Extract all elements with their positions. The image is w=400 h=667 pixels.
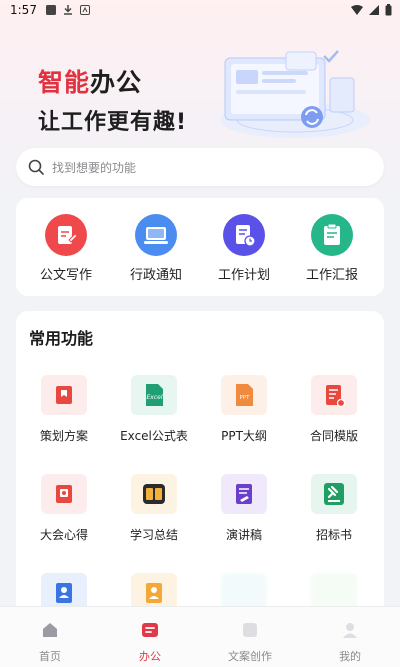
gavel-icon: [311, 474, 357, 514]
tab-home[interactable]: 首页: [10, 621, 90, 664]
status-bar: 1:57: [0, 0, 400, 22]
quick-action-admin-notice[interactable]: 行政通知: [112, 214, 200, 283]
function-planning-proposal[interactable]: 策划方案: [18, 375, 110, 444]
hero-title-accent: 智能: [38, 68, 91, 97]
tab-label: 办公: [139, 650, 161, 663]
hero-title: 智能办公: [38, 63, 142, 99]
doc-clock-icon: [223, 214, 265, 256]
tab-office[interactable]: 办公: [110, 621, 190, 664]
pencil-doc-icon: [45, 214, 87, 256]
common-functions-card: 常用功能 策划方案 Excel Excel公式表 PPT PPT大纲 合同模版 …: [16, 311, 384, 651]
function-ppt-outline[interactable]: PPT PPT大纲: [198, 375, 290, 444]
quick-action-work-report[interactable]: 工作汇报: [288, 214, 376, 283]
monitor-icon: [135, 214, 177, 256]
svg-text:PPT: PPT: [240, 395, 251, 401]
quick-action-label: 行政通知: [129, 268, 182, 283]
tab-label: 我的: [339, 650, 361, 663]
function-meeting-notes[interactable]: 大会心得: [18, 474, 110, 543]
bottom-tab-bar: 首页 办公 文案创作 我的: [0, 606, 400, 667]
function-label: PPT大纲: [221, 429, 267, 443]
common-functions-title: 常用功能: [29, 329, 94, 348]
search-icon: [28, 159, 44, 175]
function-label: 演讲稿: [225, 528, 262, 542]
status-time: 1:57: [10, 3, 37, 17]
quick-action-official-writing[interactable]: 公文写作: [22, 214, 110, 283]
quick-action-label: 工作计划: [217, 268, 270, 283]
function-tender-document[interactable]: 招标书: [288, 474, 380, 543]
hero-illustration: [220, 50, 370, 138]
quick-action-label: 工作汇报: [305, 268, 358, 283]
function-excel-formula[interactable]: Excel Excel公式表: [108, 375, 200, 444]
copywriting-icon: [243, 623, 257, 637]
clipboard-icon: [311, 214, 353, 256]
tab-label: 文案创作: [228, 650, 272, 663]
signal-icon: [369, 5, 379, 15]
hero-title-rest: 办公: [90, 68, 143, 97]
ppt-icon: PPT: [221, 375, 267, 415]
notification-icon: [46, 5, 56, 15]
tab-copywriting[interactable]: 文案创作: [210, 621, 290, 664]
contract-icon: [311, 375, 357, 415]
tab-profile[interactable]: 我的: [310, 621, 390, 664]
office-icon: [142, 623, 158, 637]
download-icon: [64, 5, 72, 15]
meeting-notes-icon: [41, 474, 87, 514]
search-bar[interactable]: 找到想要的功能: [16, 148, 384, 186]
function-label: Excel公式表: [120, 429, 188, 443]
search-placeholder: 找到想要的功能: [52, 161, 137, 175]
quick-actions-card: 公文写作 行政通知 工作计划 工作汇报: [16, 198, 384, 296]
function-label: 大会心得: [39, 528, 88, 542]
home-icon: [43, 623, 57, 637]
book-icon: [131, 474, 177, 514]
function-speech-draft[interactable]: 演讲稿: [198, 474, 290, 543]
function-label: 策划方案: [39, 429, 88, 443]
function-contract-template[interactable]: 合同模版: [288, 375, 380, 444]
svg-text:Excel: Excel: [147, 394, 163, 401]
battery-icon: [385, 4, 392, 16]
function-label: 学习总结: [129, 528, 178, 542]
profile-icon: [343, 623, 357, 638]
function-study-summary[interactable]: 学习总结: [108, 474, 200, 543]
plan-bookmark-icon: [41, 375, 87, 415]
excel-icon: Excel: [131, 375, 177, 415]
function-label: 合同模版: [309, 429, 358, 443]
speech-doc-icon: [221, 474, 267, 514]
quick-action-work-plan[interactable]: 工作计划: [200, 214, 288, 283]
function-label: 招标书: [315, 528, 352, 542]
hero-subtitle: 让工作更有趣!: [38, 110, 188, 135]
quick-action-label: 公文写作: [39, 268, 92, 283]
app-notification-icon: [80, 5, 90, 15]
wifi-icon: [351, 5, 363, 15]
tab-label: 首页: [39, 650, 61, 663]
